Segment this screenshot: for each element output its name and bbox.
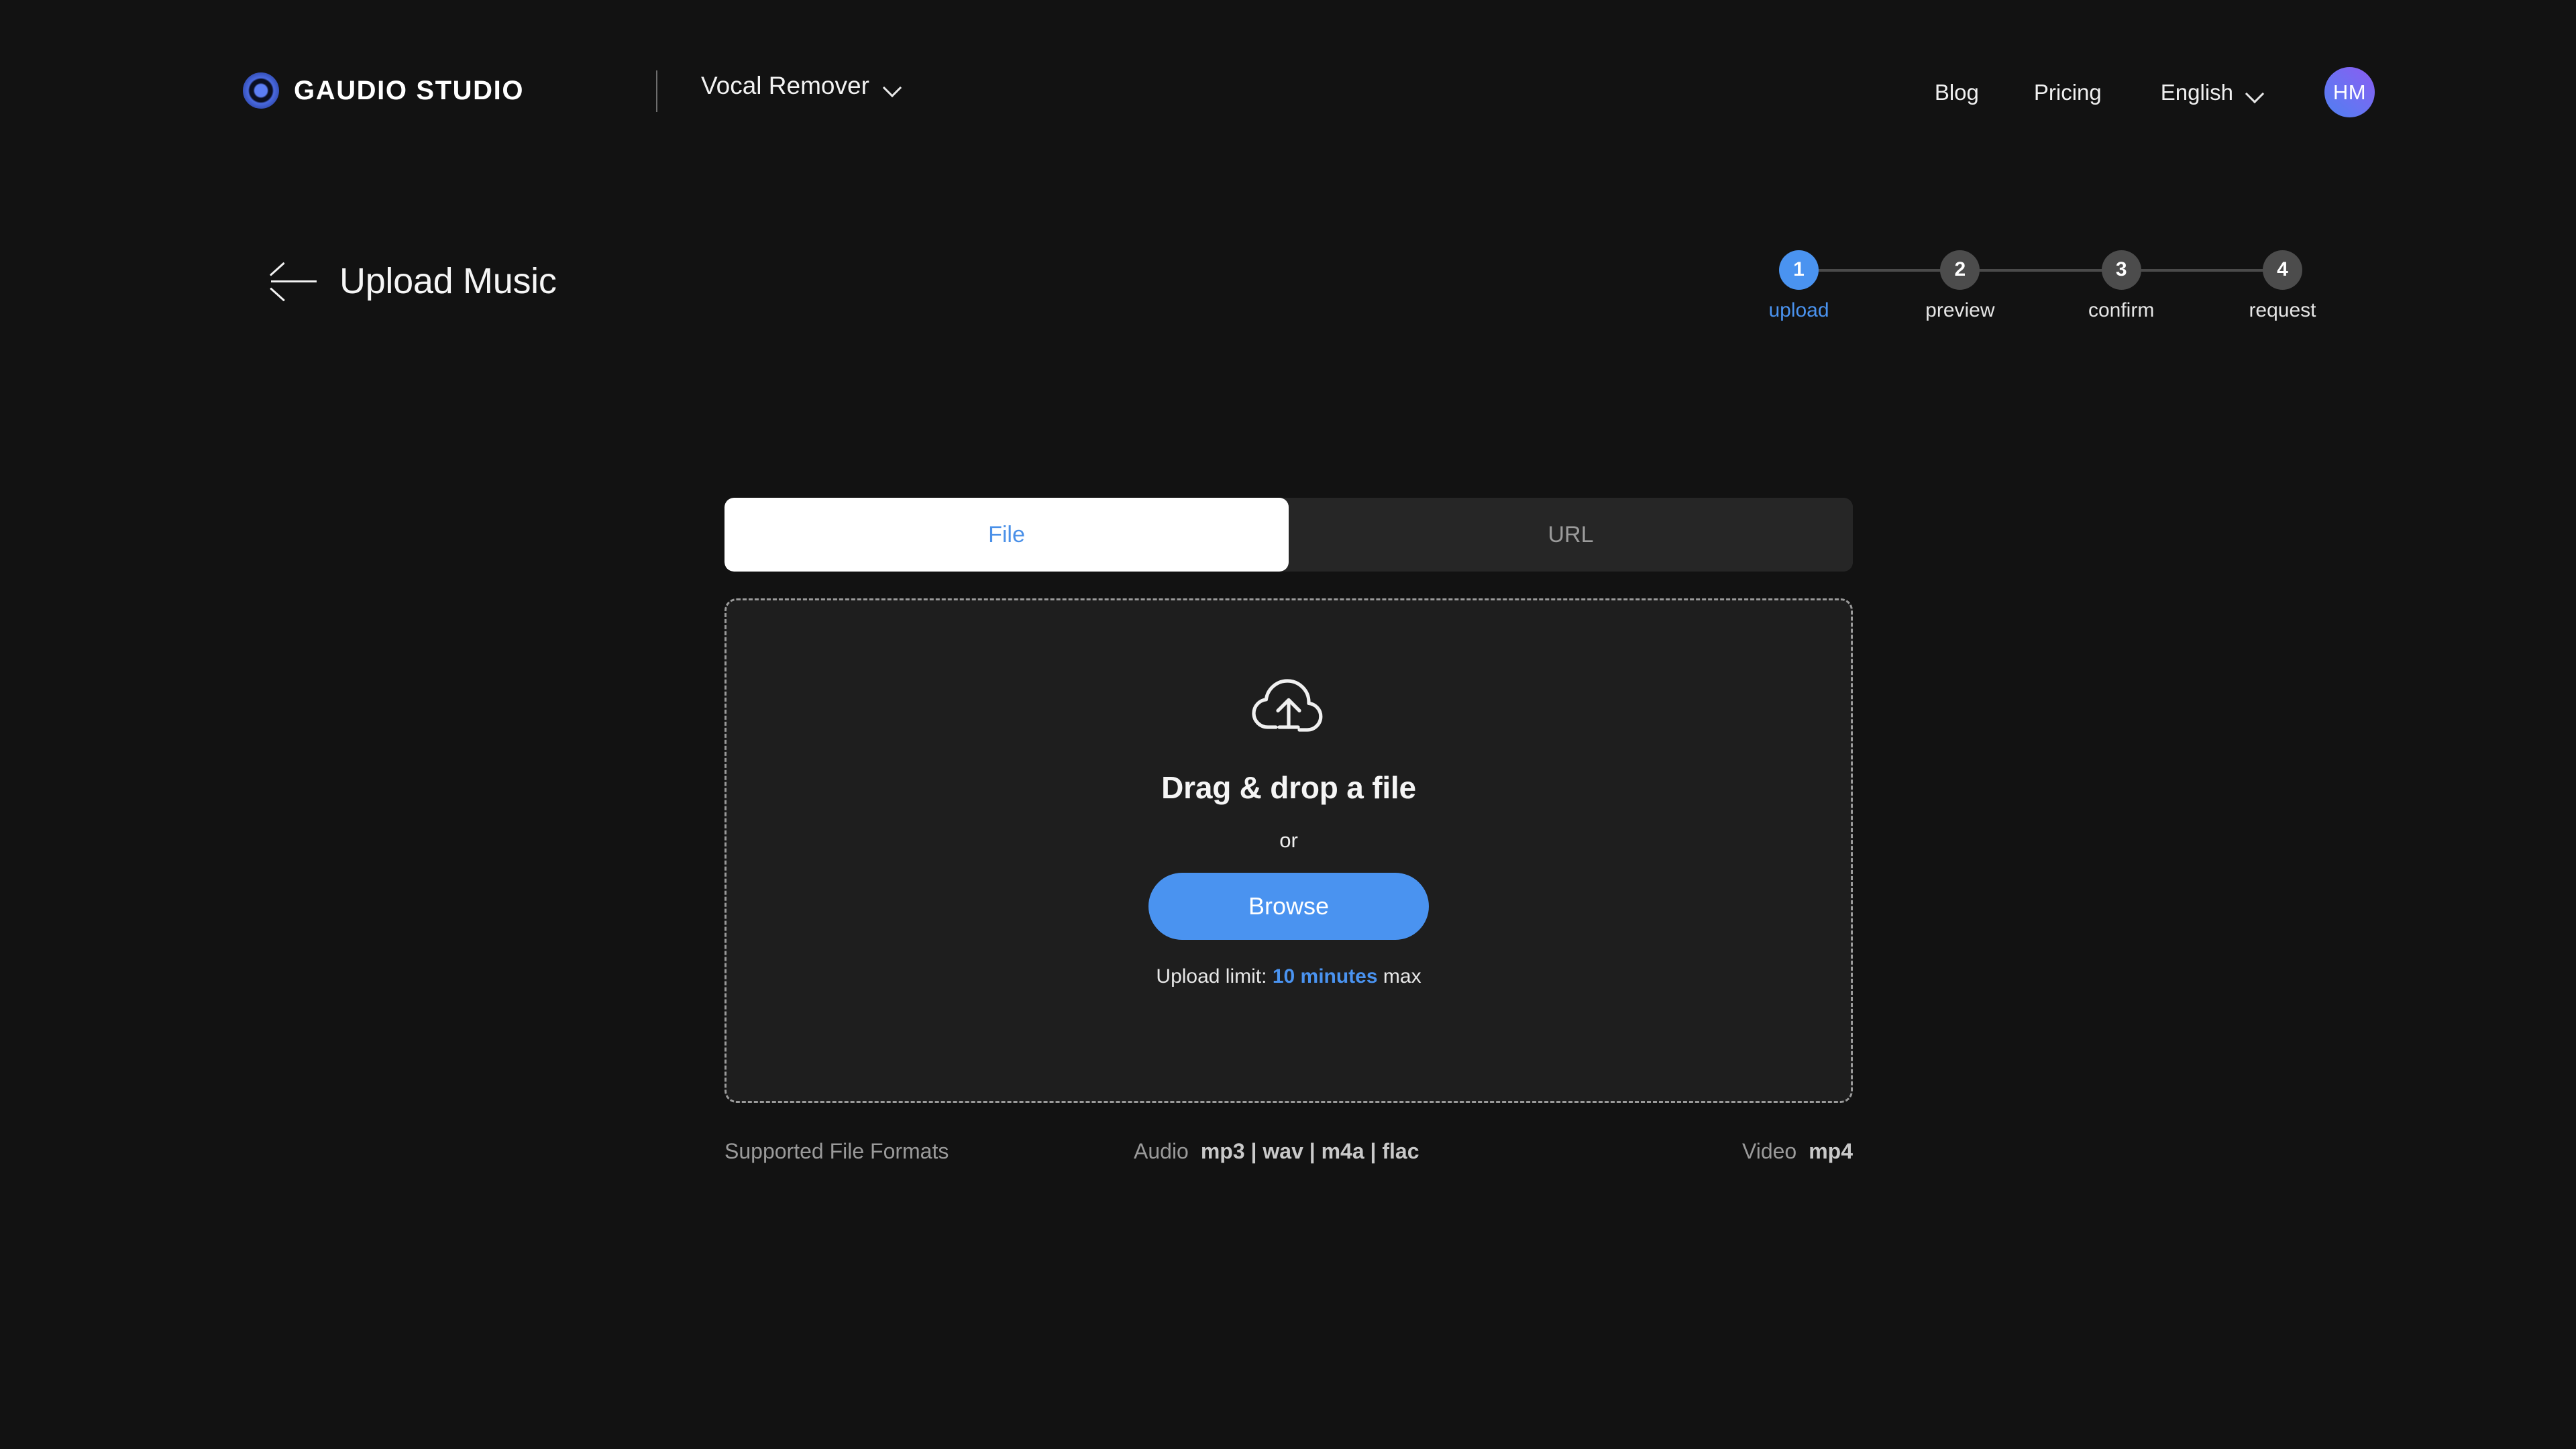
upload-limit-suffix: max [1383, 965, 1421, 987]
page-header: Upload Music [269, 260, 557, 302]
upload-limit-text: Upload limit: 10 minutes max [1156, 965, 1421, 988]
step-indicator-labels: upload preview confirm request [1768, 299, 2316, 322]
step-connector-line [1799, 269, 2282, 272]
video-formats-value: mp4 [1809, 1138, 1853, 1163]
nav-link-blog[interactable]: Blog [1935, 80, 1979, 105]
step-label-request: request [2249, 299, 2316, 321]
tab-url[interactable]: URL [1289, 498, 1853, 572]
step-indicator-track: 1 2 3 4 [1779, 250, 2302, 290]
supported-formats-bar: Supported File Formats Audio mp3 | wav |… [724, 1136, 1853, 1166]
upload-limit-value: 10 minutes [1272, 965, 1378, 987]
gaudio-circle-logo-icon [243, 72, 279, 109]
chevron-down-icon [884, 81, 902, 91]
step-dot-request[interactable]: 4 [2262, 250, 2302, 290]
upload-source-tabs: File URL [724, 498, 1853, 572]
avatar[interactable]: HM [2324, 67, 2375, 117]
brand-logo[interactable]: GAUDIO STUDIO [243, 72, 524, 109]
language-selector-label: English [2160, 79, 2233, 105]
audio-formats-value: mp3 | wav | m4a | flac [1200, 1138, 1419, 1163]
step-label-upload: upload [1768, 299, 1829, 321]
step-indicator: 1 2 3 4 upload preview confirm request [1768, 250, 2316, 337]
supported-formats-title: Supported File Formats [724, 1138, 949, 1163]
header-divider [656, 70, 657, 112]
language-selector[interactable]: English [2161, 80, 2264, 105]
tab-file[interactable]: File [724, 498, 1289, 572]
top-header: GAUDIO STUDIO Vocal Remover Blog Pricing… [0, 0, 2576, 195]
step-dot-confirm[interactable]: 3 [2101, 250, 2141, 290]
step-label-confirm: confirm [2088, 299, 2155, 321]
product-selector[interactable]: Vocal Remover [701, 72, 902, 100]
arrow-left-icon[interactable] [269, 262, 318, 302]
browse-button[interactable]: Browse [1148, 873, 1429, 940]
product-selector-label: Vocal Remover [701, 72, 869, 99]
brand-name: GAUDIO STUDIO [294, 75, 525, 105]
header-nav: Blog Pricing English HM [1935, 67, 2375, 117]
nav-link-pricing[interactable]: Pricing [2034, 80, 2102, 105]
video-label: Video [1741, 1138, 1797, 1163]
file-dropzone[interactable]: Drag & drop a file or Browse Upload limi… [724, 598, 1853, 1103]
supported-formats-audio: Audio mp3 | wav | m4a | flac [1134, 1139, 1419, 1164]
audio-label: Audio [1134, 1138, 1189, 1163]
dropzone-or-label: or [1279, 828, 1298, 852]
step-dot-upload[interactable]: 1 [1779, 250, 1819, 290]
step-dot-preview[interactable]: 2 [1940, 250, 1980, 290]
step-label-preview: preview [1925, 299, 1995, 321]
dropzone-title: Drag & drop a file [1161, 770, 1416, 805]
upload-limit-prefix: Upload limit: [1156, 965, 1267, 987]
page-title: Upload Music [339, 261, 557, 301]
cloud-upload-icon [1252, 679, 1323, 732]
supported-formats-video: Video mp4 [1742, 1139, 1853, 1164]
chevron-down-icon [2247, 87, 2264, 97]
